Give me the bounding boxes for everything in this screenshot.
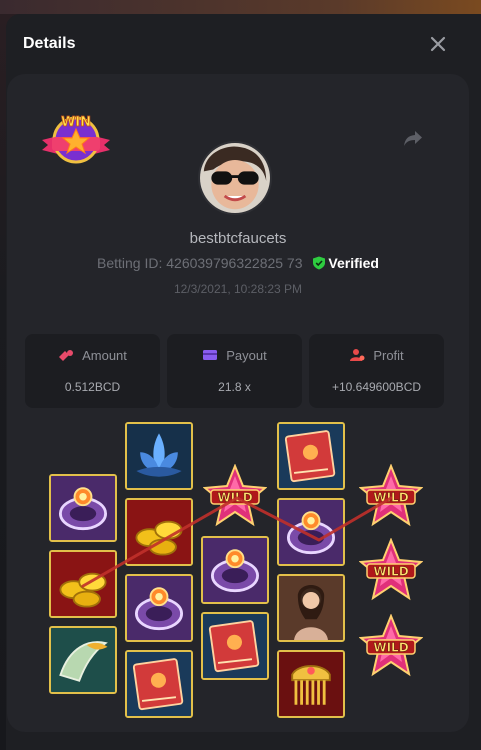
winning-payline [81,496,393,588]
close-icon [430,36,446,52]
modal-header: Details [6,14,481,70]
details-modal: Details WIN bestbtcfaucets Betting ID: 4… [6,14,481,750]
close-button[interactable] [426,32,450,56]
bet-details-card: WIN bestbtcfaucets Betting ID: 426039796… [7,74,469,732]
modal-title: Details [23,35,76,52]
background-game-strip [0,0,481,14]
